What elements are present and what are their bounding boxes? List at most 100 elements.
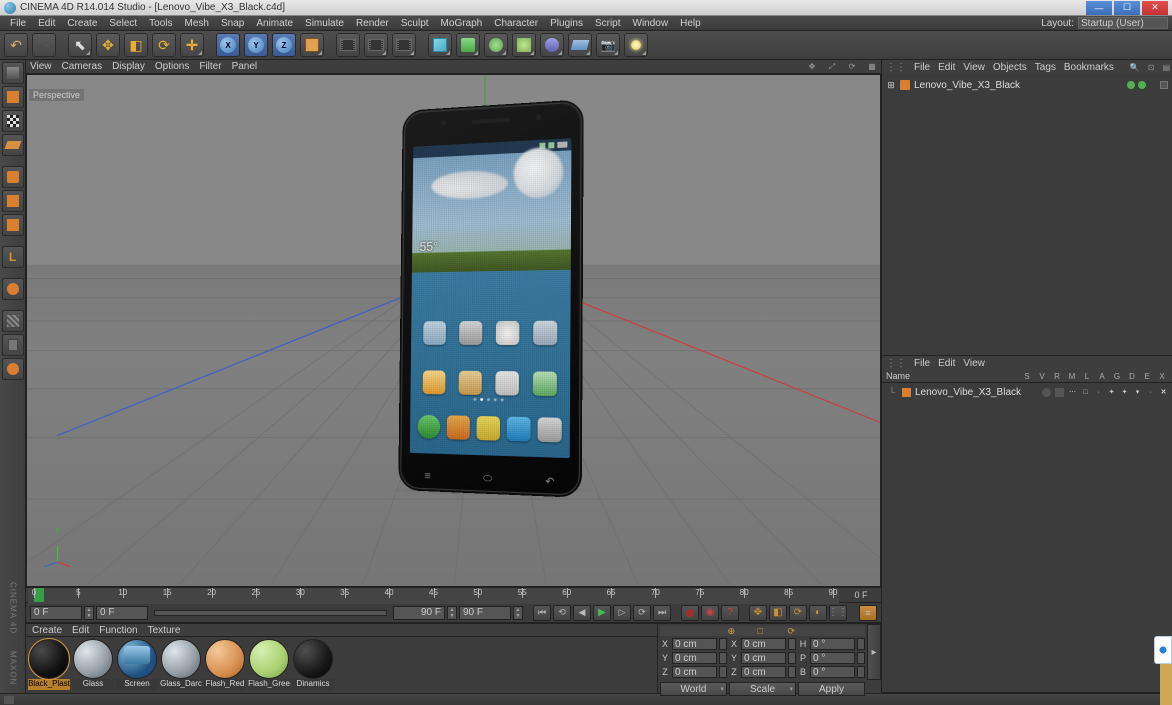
coord-system-button[interactable]: [300, 33, 324, 57]
range-end-field[interactable]: 90 F: [393, 606, 445, 620]
key-rot-button[interactable]: ⟳: [789, 605, 807, 621]
range-start-field[interactable]: 0 F: [96, 606, 148, 620]
material-black_plast[interactable]: Black_Plast: [28, 639, 70, 690]
layout-select[interactable]: Startup (User): [1078, 17, 1168, 29]
size-x-field[interactable]: 0 cm: [741, 638, 786, 650]
om-eye-icon[interactable]: ⊡: [1148, 62, 1155, 73]
size-mode-select[interactable]: Scale: [729, 682, 796, 696]
menu-plugins[interactable]: Plugins: [544, 16, 589, 31]
menu-create[interactable]: Create: [61, 16, 103, 31]
rot-p-field[interactable]: 0 °: [810, 652, 855, 664]
menu-render[interactable]: Render: [350, 16, 395, 31]
pos-y-field[interactable]: 0 cm: [672, 652, 717, 664]
size-y-field[interactable]: 0 cm: [741, 652, 786, 664]
viewport-nav-icon[interactable]: ✥: [807, 62, 817, 72]
ommenu-bookmarks[interactable]: Bookmarks: [1064, 62, 1114, 73]
attrmenu-file[interactable]: File: [914, 358, 930, 369]
window-close-button[interactable]: ✕: [1142, 1, 1168, 15]
menu-sculpt[interactable]: Sculpt: [395, 16, 435, 31]
menu-animate[interactable]: Animate: [250, 16, 299, 31]
menu-edit[interactable]: Edit: [32, 16, 61, 31]
render-picture-viewer-button[interactable]: [392, 33, 416, 57]
play-button[interactable]: ▶: [593, 605, 611, 621]
key-param-button[interactable]: ◐: [809, 605, 827, 621]
matmenu-texture[interactable]: Texture: [148, 625, 181, 636]
prev-frame-button[interactable]: ◀: [573, 605, 591, 621]
vpmenu-cameras[interactable]: Cameras: [62, 61, 103, 72]
goto-start-button[interactable]: ⏮: [533, 605, 551, 621]
coord-mode-select[interactable]: World: [660, 682, 727, 696]
nurbs-button[interactable]: [484, 33, 508, 57]
vpmenu-view[interactable]: View: [30, 61, 52, 72]
menu-select[interactable]: Select: [103, 16, 143, 31]
menu-snap[interactable]: Snap: [215, 16, 250, 31]
object-tag[interactable]: [1160, 81, 1168, 89]
pos-x-field[interactable]: 0 cm: [672, 638, 717, 650]
range-end-spinner[interactable]: ▲▼: [447, 606, 457, 620]
material-glass[interactable]: Glass: [72, 639, 114, 690]
menu-character[interactable]: Character: [488, 16, 544, 31]
menu-mograph[interactable]: MoGraph: [435, 16, 489, 31]
material-dinamics[interactable]: Dinamics: [292, 639, 334, 690]
viewport-zoom-icon[interactable]: ⤢: [827, 62, 837, 72]
menu-window[interactable]: Window: [627, 16, 675, 31]
attrmenu-edit[interactable]: Edit: [938, 358, 955, 369]
next-key-button[interactable]: ⟳: [633, 605, 651, 621]
viewport-orbit-icon[interactable]: ⟳: [847, 62, 857, 72]
snap-settings-button[interactable]: [2, 334, 24, 356]
viewport-layout-icon[interactable]: ▦: [867, 62, 877, 72]
timeline-ruler[interactable]: 051015202530354045505560657075808590 0 F: [26, 587, 881, 603]
om-search-icon[interactable]: 🔍: [1130, 62, 1140, 73]
record-button[interactable]: [681, 605, 699, 621]
frame-end-spinner[interactable]: ▲▼: [513, 606, 523, 620]
material-flash_red[interactable]: Flash_Red: [204, 639, 246, 690]
make-editable-button[interactable]: [2, 62, 24, 84]
apply-button[interactable]: Apply: [798, 682, 865, 696]
key-pla-button[interactable]: ⋮⋮: [829, 605, 847, 621]
floating-widget[interactable]: [1154, 636, 1172, 664]
panel-collapse-button[interactable]: ▸: [867, 624, 881, 680]
model-mode-button[interactable]: [2, 86, 24, 108]
matmenu-edit[interactable]: Edit: [72, 625, 89, 636]
object-row[interactable]: ⊞ Lenovo_Vibe_X3_Black: [886, 78, 1168, 92]
primitive-cube-button[interactable]: [428, 33, 452, 57]
key-pos-button[interactable]: ✥: [749, 605, 767, 621]
menu-help[interactable]: Help: [674, 16, 707, 31]
deformer-button[interactable]: [540, 33, 564, 57]
point-mode-button[interactable]: [2, 166, 24, 188]
material-flash_gree[interactable]: Flash_Gree: [248, 639, 290, 690]
snap-enable-button[interactable]: [2, 310, 24, 332]
frame-end-field[interactable]: 90 F: [459, 606, 511, 620]
menu-simulate[interactable]: Simulate: [299, 16, 350, 31]
material-glass_darc[interactable]: Glass_Darc: [160, 639, 202, 690]
ommenu-tags[interactable]: Tags: [1035, 62, 1056, 73]
camera-button[interactable]: [596, 33, 620, 57]
vpmenu-panel[interactable]: Panel: [232, 61, 258, 72]
key-scale-button[interactable]: ◧: [769, 605, 787, 621]
last-tool-button[interactable]: ✛: [180, 33, 204, 57]
prev-key-button[interactable]: ⟲: [553, 605, 571, 621]
ommenu-objects[interactable]: Objects: [993, 62, 1027, 73]
workplane-button[interactable]: [2, 358, 24, 380]
autokey-button[interactable]: ◉: [701, 605, 719, 621]
polygon-mode-button[interactable]: [2, 214, 24, 236]
redo-button[interactable]: ↷: [32, 33, 56, 57]
rot-h-field[interactable]: 0 °: [810, 638, 855, 650]
axis-l-button[interactable]: L: [2, 246, 24, 268]
texture-mode-button[interactable]: [2, 110, 24, 132]
frame-start-field[interactable]: 0 F: [30, 606, 82, 620]
spline-pen-button[interactable]: [456, 33, 480, 57]
pos-z-field[interactable]: 0 cm: [672, 666, 717, 678]
y-axis-lock-button[interactable]: Y: [244, 33, 268, 57]
viewport[interactable]: Perspective 55°: [26, 74, 881, 587]
menu-mesh[interactable]: Mesh: [179, 16, 215, 31]
undo-button[interactable]: ↶: [4, 33, 28, 57]
workplane-mode-button[interactable]: [2, 134, 24, 156]
goto-end-button[interactable]: ⏭: [653, 605, 671, 621]
move-tool-button[interactable]: ✥: [96, 33, 120, 57]
expand-icon[interactable]: ⊞: [886, 80, 896, 91]
light-button[interactable]: [624, 33, 648, 57]
next-frame-button[interactable]: ▷: [613, 605, 631, 621]
object-tree[interactable]: ⊞ Lenovo_Vibe_X3_Black: [882, 74, 1172, 355]
menu-file[interactable]: File: [4, 16, 32, 31]
